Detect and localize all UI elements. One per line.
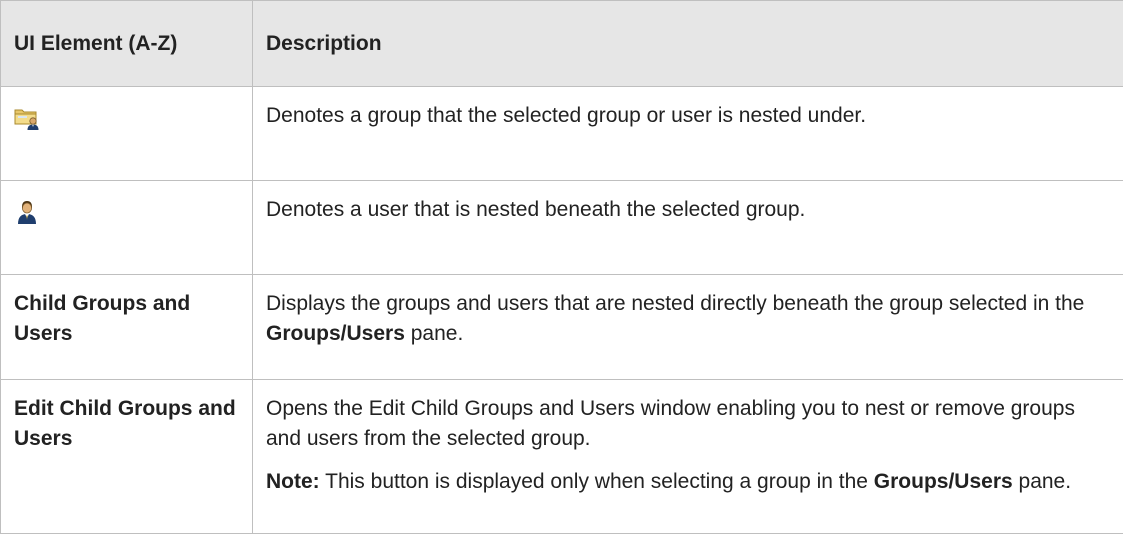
groups-users-pane-ref: Groups/Users (266, 322, 405, 345)
description-cell: Denotes a user that is nested beneath th… (253, 181, 1123, 275)
table-row: Denotes a group that the selected group … (1, 87, 1123, 181)
note-part: pane. (1013, 470, 1071, 493)
note-part: This button is displayed only when selec… (320, 470, 874, 493)
description-part: Displays the groups and users that are n… (266, 292, 1084, 315)
user-icon (14, 199, 40, 225)
table-row: Edit Child Groups and Users Opens the Ed… (1, 380, 1123, 534)
element-cell: Child Groups and Users (1, 275, 253, 380)
groups-users-pane-ref: Groups/Users (874, 470, 1013, 493)
description-cell: Opens the Edit Child Groups and Users wi… (253, 380, 1123, 534)
description-part: pane. (405, 322, 463, 345)
description-cell: Displays the groups and users that are n… (253, 275, 1123, 380)
note-label: Note: (266, 470, 320, 493)
ui-elements-table: UI Element (A-Z) Description (0, 0, 1123, 534)
table-header-row: UI Element (A-Z) Description (1, 1, 1123, 87)
description-text: Denotes a group that the selected group … (266, 101, 1111, 131)
description-text: Displays the groups and users that are n… (266, 289, 1111, 349)
element-cell (1, 87, 253, 181)
header-ui-element: UI Element (A-Z) (1, 1, 253, 87)
element-cell (1, 181, 253, 275)
header-description: Description (253, 1, 1123, 87)
element-name: Edit Child Groups and Users (14, 397, 236, 450)
description-cell: Denotes a group that the selected group … (253, 87, 1123, 181)
table-row: Denotes a user that is nested beneath th… (1, 181, 1123, 275)
note-text: Note: This button is displayed only when… (266, 467, 1111, 497)
nested-group-icon (14, 105, 40, 131)
element-cell: Edit Child Groups and Users (1, 380, 253, 534)
table-row: Child Groups and Users Displays the grou… (1, 275, 1123, 380)
description-text: Opens the Edit Child Groups and Users wi… (266, 394, 1111, 454)
element-name: Child Groups and Users (14, 292, 190, 345)
description-text: Denotes a user that is nested beneath th… (266, 195, 1111, 225)
